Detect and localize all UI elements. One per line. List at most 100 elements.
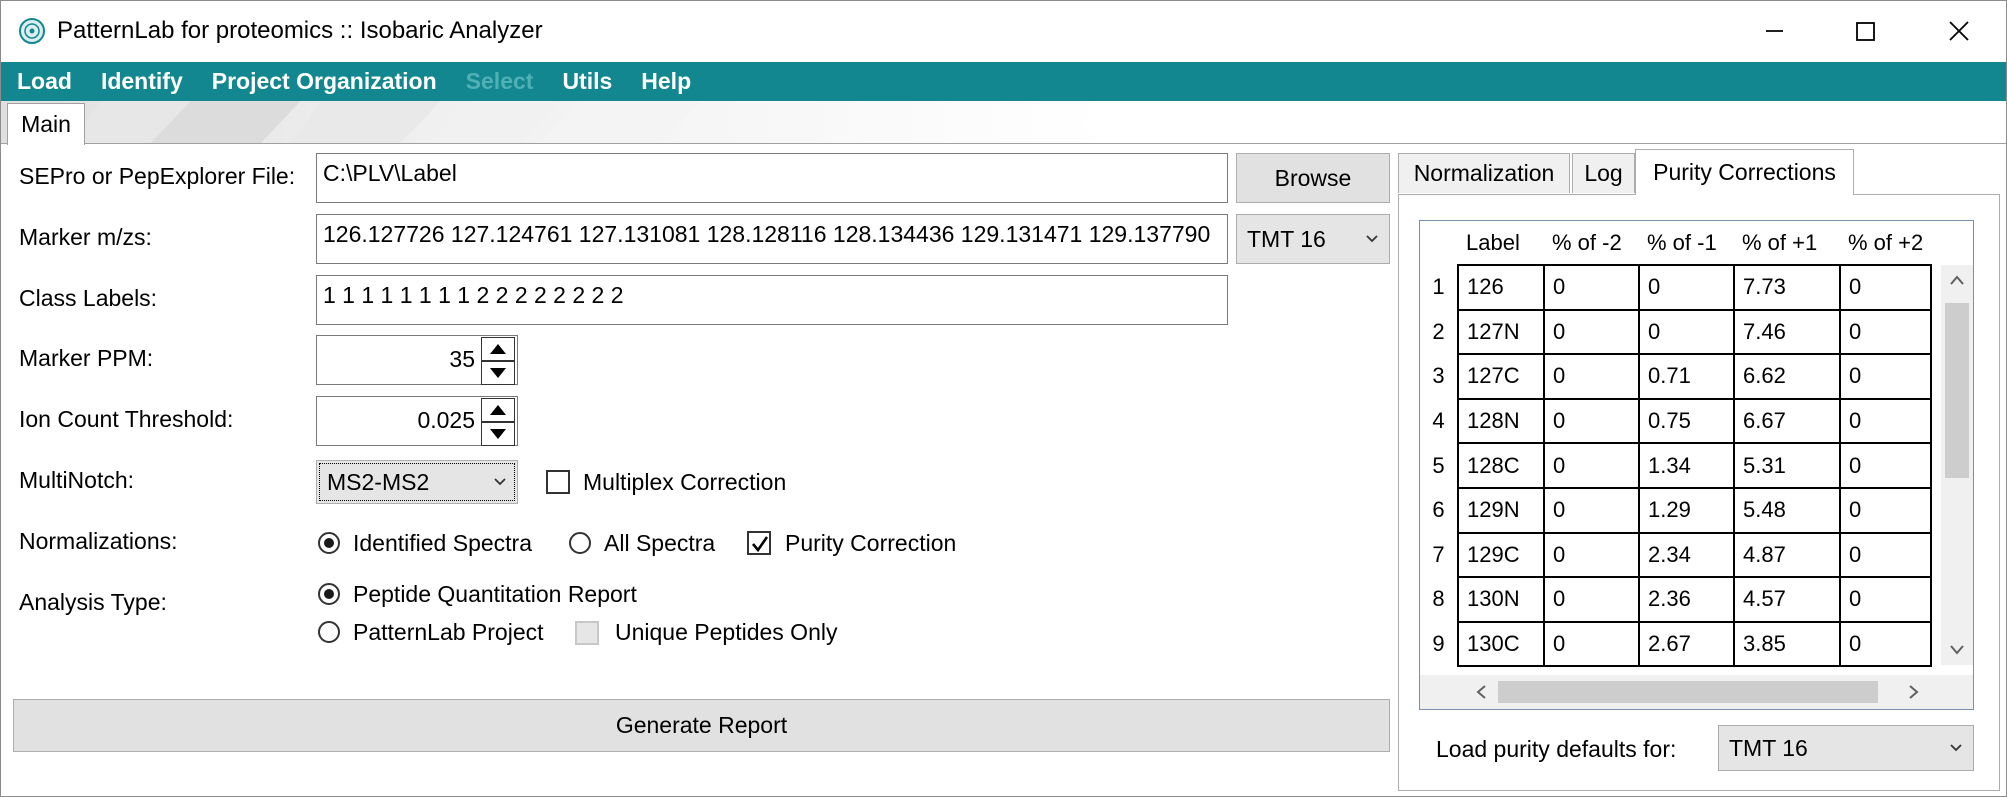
table-cell[interactable]: 0 [1543,442,1640,489]
class-labels-input[interactable]: 1 1 1 1 1 1 1 1 2 2 2 2 2 2 2 2 [316,275,1228,325]
scroll-right-icon[interactable] [1893,675,1933,709]
table-cell[interactable]: 0 [1543,264,1640,311]
grid-vertical-scroll-thumb[interactable] [1945,303,1969,478]
table-cell[interactable]: 0 [1838,353,1933,400]
table-cell[interactable]: 128N [1457,397,1545,445]
tab-purity-corrections[interactable]: Purity Corrections [1635,149,1854,195]
table-cell[interactable]: 0 [1838,264,1933,311]
table-cell[interactable]: 0 [1638,264,1735,311]
table-cell[interactable]: 1.29 [1638,486,1735,534]
row-number[interactable]: 3 [1420,354,1458,399]
patternlab-project-radio[interactable] [318,621,340,643]
table-cell[interactable]: 2.67 [1638,620,1735,668]
table-cell[interactable]: 0 [1543,576,1640,623]
scroll-left-icon[interactable] [1462,675,1502,709]
tab-log[interactable]: Log [1572,153,1635,193]
table-cell[interactable]: 130N [1457,576,1545,623]
table-cell[interactable]: 1.34 [1638,442,1735,489]
row-number[interactable]: 9 [1420,622,1458,667]
table-cell[interactable]: 126 [1457,264,1545,311]
multiplex-correction-checkbox[interactable] [546,470,570,494]
multinotch-select[interactable]: MS2-MS2 [316,460,518,504]
table-cell[interactable]: 129N [1457,486,1545,534]
marker-ppm-increment-button[interactable] [481,337,515,361]
table-cell[interactable]: 0.75 [1638,397,1735,445]
table-cell[interactable]: 2.36 [1638,576,1735,623]
close-button[interactable] [1929,11,1989,51]
generate-report-button[interactable]: Generate Report [13,699,1390,752]
table-cell[interactable]: 0 [1543,308,1640,356]
table-cell[interactable]: 6.62 [1733,353,1841,400]
browse-button[interactable]: Browse [1236,153,1390,203]
table-cell[interactable]: 5.48 [1733,486,1841,534]
table-cell[interactable]: 7.73 [1733,264,1841,311]
row-number[interactable]: 1 [1420,265,1458,310]
table-cell[interactable]: 4.57 [1733,576,1841,623]
menu-identify[interactable]: Identify [101,68,183,95]
tab-normalization[interactable]: Normalization [1398,153,1570,193]
table-cell[interactable]: 7.46 [1733,308,1841,356]
row-number[interactable]: 5 [1420,443,1458,488]
menu-load[interactable]: Load [17,68,72,95]
menu-help[interactable]: Help [641,68,691,95]
table-cell[interactable]: 0 [1543,486,1640,534]
menu-project-organization[interactable]: Project Organization [212,68,437,95]
column-header[interactable]: % of +1 [1734,221,1840,265]
scroll-up-icon[interactable] [1941,265,1973,295]
scroll-down-icon[interactable] [1941,635,1973,665]
ion-threshold-decrement-button[interactable] [481,422,515,446]
table-cell[interactable]: 0 [1838,531,1933,579]
table-cell[interactable]: 0 [1838,442,1933,489]
table-cell[interactable]: 128C [1457,442,1545,489]
purity-correction-checkbox[interactable] [747,531,771,555]
row-number[interactable]: 2 [1420,310,1458,355]
table-cell[interactable]: 4.87 [1733,531,1841,579]
all-spectra-radio[interactable] [569,532,591,554]
table-cell[interactable]: 0 [1638,308,1735,356]
grid-horizontal-scroll-thumb[interactable] [1498,681,1878,703]
row-number[interactable]: 7 [1420,533,1458,578]
table-cell[interactable]: 3.85 [1733,620,1841,668]
marker-preset-select[interactable]: TMT 16 [1236,214,1390,264]
table-cell[interactable]: 2.34 [1638,531,1735,579]
grid-horizontal-scrollbar[interactable] [1420,675,1973,709]
identified-spectra-radio[interactable] [318,532,340,554]
table-cell[interactable]: 127C [1457,353,1545,400]
column-header[interactable]: % of -1 [1639,221,1734,265]
column-header[interactable]: % of -2 [1544,221,1639,265]
marker-ppm-stepper[interactable]: 35 [316,335,518,385]
table-cell[interactable]: 129C [1457,531,1545,579]
table-cell[interactable]: 0 [1838,486,1933,534]
table-cell[interactable]: 130C [1457,620,1545,668]
unique-peptides-checkbox[interactable] [575,621,599,645]
marker-ppm-decrement-button[interactable] [481,361,515,385]
purity-defaults-select[interactable]: TMT 16 [1718,725,1974,771]
purity-corrections-grid[interactable]: Label% of -2% of -1% of +1% of +2 1 126 0 0… [1419,220,1974,710]
maximize-button[interactable] [1835,11,1895,51]
row-number[interactable]: 4 [1420,399,1458,444]
column-header[interactable]: Label [1458,221,1544,265]
table-cell[interactable]: 0 [1543,531,1640,579]
menu-utils[interactable]: Utils [562,68,612,95]
column-header[interactable]: % of +2 [1840,221,1932,265]
sepro-file-input[interactable]: C:\PLV\Label [316,153,1228,203]
table-cell[interactable]: 0 [1838,397,1933,445]
minimize-button[interactable] [1744,11,1804,51]
table-cell[interactable]: 0.71 [1638,353,1735,400]
title-bar[interactable]: PatternLab for proteomics :: Isobaric An… [1,1,2006,62]
table-cell[interactable]: 0 [1543,620,1640,668]
table-cell[interactable]: 0 [1543,397,1640,445]
table-cell[interactable]: 127N [1457,308,1545,356]
table-cell[interactable]: 0 [1838,308,1933,356]
table-cell[interactable]: 0 [1838,620,1933,668]
table-cell[interactable]: 0 [1543,353,1640,400]
table-cell[interactable]: 0 [1838,576,1933,623]
row-number[interactable]: 6 [1420,488,1458,533]
row-number[interactable]: 8 [1420,577,1458,622]
table-cell[interactable]: 5.31 [1733,442,1841,489]
menu-select[interactable]: Select [466,68,534,95]
peptide-quantitation-radio[interactable] [318,583,340,605]
ion-threshold-increment-button[interactable] [481,398,515,422]
marker-mzs-input[interactable]: 126.127726 127.124761 127.131081 128.128… [316,214,1228,264]
ion-count-threshold-stepper[interactable]: 0.025 [316,396,518,446]
